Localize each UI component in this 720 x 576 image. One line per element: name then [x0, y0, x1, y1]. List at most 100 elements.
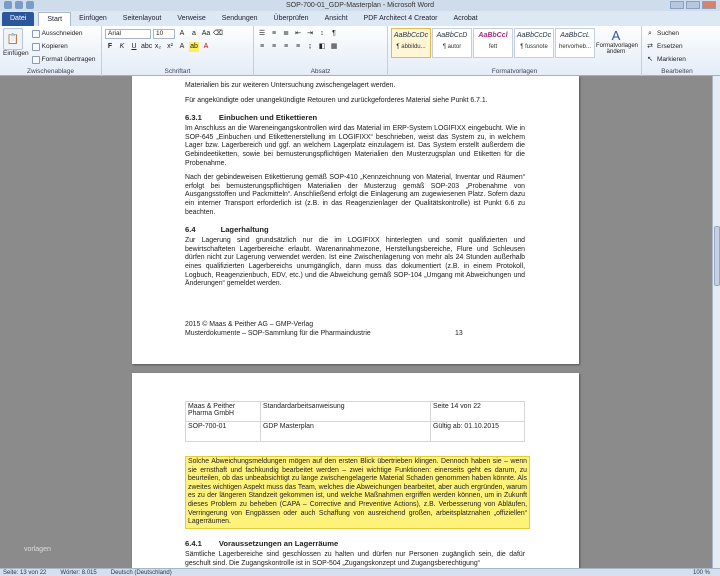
paragraph-6-4: Zur Lagerung sind grundsätzlich nur die …: [185, 237, 525, 288]
document-page-13[interactable]: Materialien bis zur weiteren Untersuchun…: [132, 76, 579, 364]
copy-icon: [31, 42, 40, 51]
bold-icon[interactable]: F: [105, 42, 115, 52]
status-words[interactable]: Wörter: 8.015: [60, 570, 96, 576]
copy-button[interactable]: Kopieren: [31, 41, 96, 52]
multilevel-list-icon[interactable]: ≣: [281, 29, 291, 39]
tab-page-layout[interactable]: Seitenlayout: [115, 12, 170, 26]
numbering-icon[interactable]: ≡: [269, 29, 279, 39]
undo-icon[interactable]: [26, 1, 34, 9]
table-cell-sop-id: SOP-700-01: [185, 421, 261, 442]
tab-mailings[interactable]: Sendungen: [214, 12, 266, 26]
paragraph-6-4-1: Sämtliche Lagerbereiche sind geschlossen…: [185, 551, 525, 567]
italic-icon[interactable]: K: [117, 42, 127, 52]
sort-icon[interactable]: ↕: [317, 29, 327, 39]
table-cell-valid-from: Gültig ab: 01.10.2015: [430, 421, 525, 442]
change-case-icon[interactable]: Aa: [201, 29, 211, 39]
decrease-indent-icon[interactable]: ⇤: [293, 29, 303, 39]
paste-label: Einfügen: [3, 50, 29, 57]
paragraph-group-label: Absatz: [310, 68, 331, 75]
strikethrough-icon[interactable]: abc: [141, 42, 152, 52]
find-button[interactable]: ⌕ Suchen: [645, 28, 709, 39]
clear-format-icon[interactable]: ⌫: [213, 29, 223, 39]
align-left-icon[interactable]: ≡: [257, 42, 267, 52]
show-marks-icon[interactable]: ¶: [329, 29, 339, 39]
save-icon[interactable]: [15, 1, 23, 9]
status-page[interactable]: Seite: 13 von 22: [3, 570, 46, 576]
format-painter-button[interactable]: Format übertragen: [31, 54, 96, 65]
subscript-icon[interactable]: x₂: [153, 42, 163, 52]
cut-button[interactable]: Ausschneiden: [31, 28, 96, 39]
footer-copyright: 2015 © Maas & Peither AG – GMP-Verlag: [185, 321, 314, 328]
status-zoom[interactable]: 100 %: [693, 570, 710, 576]
text-effects-icon[interactable]: A: [177, 42, 187, 52]
style-autor[interactable]: AaBbCcD ¶ autor: [432, 28, 472, 58]
styles-group: AaBbCcDc ¶ abbildu... AaBbCcD ¶ autor AaBb…: [388, 26, 642, 76]
vertical-scrollbar[interactable]: [712, 76, 720, 568]
font-group-label: Schriftart: [164, 68, 191, 75]
section-6-4-1: 6.4.1 Voraussetzungen an Lagerräume Sämtl…: [185, 539, 525, 568]
increase-indent-icon[interactable]: ⇥: [305, 29, 315, 39]
editing-group: ⌕ Suchen ⇄ Ersetzen ↖ Markieren Bearbeiten: [642, 26, 712, 76]
change-styles-button[interactable]: A Formatvorlagen ändern: [596, 28, 638, 55]
paintbrush-icon: [31, 55, 40, 64]
tab-review[interactable]: Überprüfen: [266, 12, 317, 26]
shrink-font-icon[interactable]: a: [189, 29, 199, 39]
scrollbar-thumb[interactable]: [714, 226, 720, 286]
select-icon: ↖: [647, 55, 653, 63]
paragraph-6-3-1-b: Nach der gebindeweisen Etikettierung gem…: [185, 174, 525, 216]
style-fussnote[interactable]: AaBbCcDc ¶ fussnote: [514, 28, 554, 58]
justify-icon[interactable]: ≡: [293, 42, 303, 52]
table-cell-page: Seite 14 von 22: [430, 401, 525, 422]
paragraph-retouren: Für angekündigte oder unangekündigte Ret…: [185, 96, 488, 104]
tab-view[interactable]: Ansicht: [317, 12, 356, 26]
tab-references[interactable]: Verweise: [169, 12, 213, 26]
editing-group-label: Bearbeiten: [661, 68, 693, 75]
style-fett[interactable]: AaBbCcl fett: [473, 28, 513, 58]
borders-icon[interactable]: ▦: [329, 42, 339, 52]
status-bar: Seite: 13 von 22 Wörter: 8.015 Deutsch (…: [0, 568, 720, 576]
minimize-button[interactable]: [670, 1, 684, 9]
line-spacing-icon[interactable]: ↨: [305, 42, 315, 52]
shading-icon[interactable]: ◧: [317, 42, 327, 52]
tab-acrobat[interactable]: Acrobat: [445, 12, 485, 26]
highlight-icon[interactable]: ab: [189, 41, 199, 52]
page-footer: 2015 © Maas & Peither AG – GMP-Verlag Mu…: [185, 321, 463, 338]
table-cell-title: GDP Masterplan: [260, 421, 431, 442]
tab-insert[interactable]: Einfügen: [71, 12, 115, 26]
paste-button[interactable]: 📋: [3, 28, 23, 50]
select-button[interactable]: ↖ Markieren: [645, 54, 709, 65]
paragraph-6-3-1-a: Im Anschluss an die Wareneingangskontrol…: [185, 125, 525, 167]
tab-file[interactable]: Datei: [2, 12, 35, 26]
close-button[interactable]: [702, 1, 716, 9]
ribbon: 📋 Einfügen Ausschneiden Kopieren Format …: [0, 26, 720, 76]
bullets-icon[interactable]: ☰: [257, 29, 267, 39]
document-workspace[interactable]: Materialien bis zur weiteren Untersuchun…: [0, 76, 712, 568]
table-cell-doc-type: Standardarbeitsanweisung: [260, 401, 431, 422]
align-right-icon[interactable]: ≡: [281, 42, 291, 52]
font-size-combo[interactable]: 10: [153, 28, 175, 39]
font-name-combo[interactable]: Arial: [105, 28, 151, 39]
document-page-14[interactable]: Maas & Peither Pharma GmbH Standardarbei…: [132, 373, 579, 568]
font-color-icon[interactable]: A: [201, 42, 211, 52]
tab-pdf-architect[interactable]: PDF Architect 4 Creator: [356, 12, 446, 26]
status-language[interactable]: Deutsch (Deutschland): [111, 570, 172, 576]
format-painter-label: Format übertragen: [41, 56, 96, 63]
window-title: SOP-700-01_GDP-Masterplan - Microsoft Wo…: [285, 2, 435, 9]
style-hervorhebung[interactable]: AaBbCcL hervorheb...: [555, 28, 595, 58]
tab-start[interactable]: Start: [38, 12, 72, 26]
search-icon: ⌕: [648, 29, 652, 37]
ribbon-tabs: Datei Start Einfügen Seitenlayout Verwei…: [0, 11, 720, 26]
copy-label: Kopieren: [41, 43, 68, 50]
header-table: Maas & Peither Pharma GmbH Standardarbei…: [185, 401, 525, 442]
clipboard-icon: 📋: [6, 33, 20, 45]
align-center-icon[interactable]: ≡: [269, 42, 279, 52]
style-abbildung[interactable]: AaBbCcDc ¶ abbildu...: [391, 28, 431, 58]
underline-icon[interactable]: U: [129, 42, 139, 52]
superscript-icon[interactable]: x²: [165, 42, 175, 52]
table-cell-company: Maas & Peither Pharma GmbH: [185, 401, 261, 422]
grow-font-icon[interactable]: A: [177, 29, 187, 39]
maximize-button[interactable]: [686, 1, 700, 9]
watermark: vorlagen: [24, 546, 51, 553]
replace-button[interactable]: ⇄ Ersetzen: [645, 41, 709, 52]
replace-icon: ⇄: [647, 42, 653, 50]
